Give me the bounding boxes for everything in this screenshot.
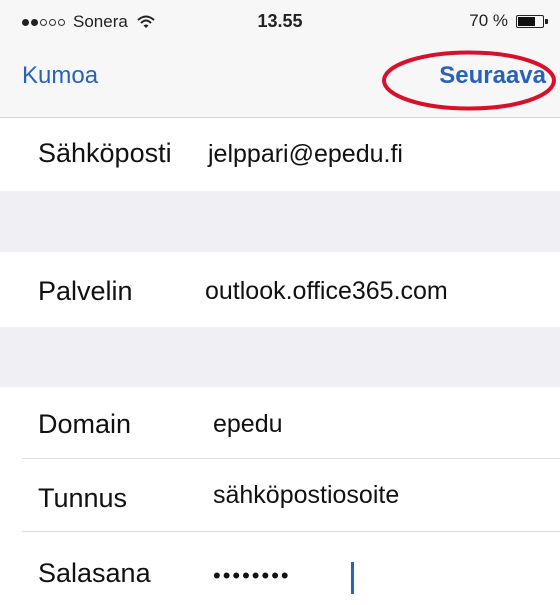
email-field[interactable]: jelppari@epedu.fi bbox=[208, 140, 403, 169]
password-field[interactable]: •••••••• bbox=[213, 563, 291, 589]
account-setup-screen: Sonera 13.55 70 % Kumoa Seuraava Sähköpo… bbox=[0, 0, 560, 605]
username-field[interactable]: sähköpostiosoite bbox=[213, 481, 399, 510]
header-area: Sonera 13.55 70 % Kumoa Seuraava bbox=[0, 0, 560, 117]
battery-percentage: 70 % bbox=[469, 11, 508, 30]
server-row[interactable]: Palvelin outlook.office365.com bbox=[0, 252, 560, 327]
status-bar: Sonera 13.55 70 % bbox=[0, 0, 560, 42]
password-label: Salasana bbox=[38, 558, 151, 588]
username-label: Tunnus bbox=[38, 483, 128, 513]
cancel-button[interactable]: Kumoa bbox=[22, 62, 98, 90]
text-cursor bbox=[351, 562, 354, 594]
next-button[interactable]: Seuraava bbox=[439, 62, 546, 90]
group-spacer bbox=[0, 191, 560, 252]
battery-icon bbox=[516, 14, 548, 28]
email-label: Sähköposti bbox=[38, 138, 172, 168]
domain-label: Domain bbox=[38, 409, 132, 439]
username-row[interactable]: Tunnus sähköpostiosoite bbox=[0, 459, 560, 531]
email-row[interactable]: Sähköposti jelppari@epedu.fi bbox=[0, 118, 560, 191]
domain-field[interactable]: epedu bbox=[213, 410, 283, 439]
group-spacer bbox=[0, 327, 560, 387]
server-label: Palvelin bbox=[38, 276, 133, 306]
status-right: 70 % bbox=[469, 11, 548, 31]
server-field[interactable]: outlook.office365.com bbox=[205, 277, 448, 306]
domain-row[interactable]: Domain epedu bbox=[0, 387, 560, 458]
